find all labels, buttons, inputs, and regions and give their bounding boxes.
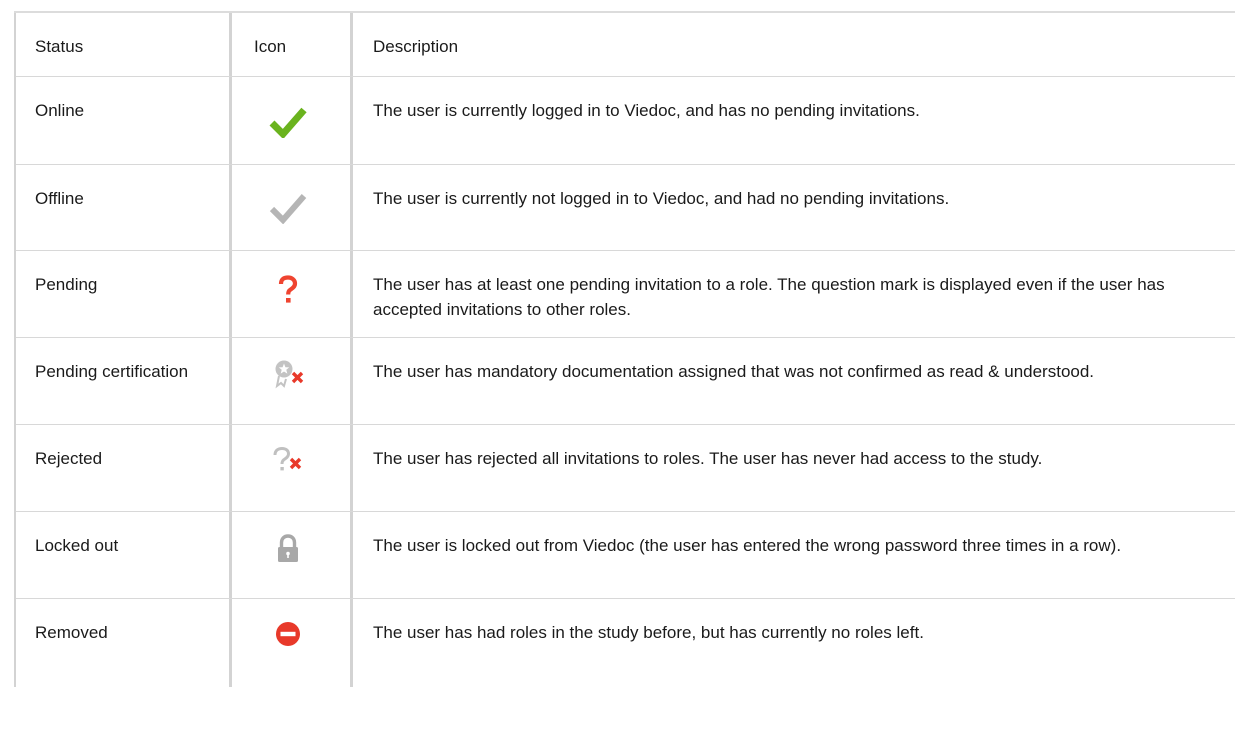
table-row: Online The user is currently logged in t… [16,77,1235,165]
table-row: Pending certification The user has manda… [16,338,1235,425]
status-description: The user has had roles in the study befo… [373,623,924,642]
status-description: The user has rejected all invitations to… [373,449,1043,468]
status-description: The user is locked out from Viedoc (the … [373,536,1122,555]
status-icon-cell [232,77,353,164]
table-header-row: Status Icon Description [16,13,1235,77]
certificate-x-icon [268,357,308,391]
table-row: Rejected The user has rejected all invit… [16,425,1235,512]
status-icon-cell [232,338,353,424]
checkmark-green-icon [268,105,308,139]
column-header-description: Description [373,37,459,56]
status-label: Removed [16,599,232,687]
question-mark-x-icon [268,444,308,478]
status-icon-cell [232,599,353,687]
column-header-icon: Icon [232,13,353,76]
status-description: The user has mandatory documentation ass… [373,362,1095,381]
table-row: Locked out The user is locked out from V… [16,512,1235,599]
status-description: The user is currently logged in to Viedo… [373,101,920,120]
status-label: Pending [16,251,232,337]
no-entry-icon [268,617,308,651]
table-row: Offline The user is currently not logged… [16,165,1235,251]
status-label: Locked out [16,512,232,598]
status-icon-cell [232,425,353,511]
status-label: Rejected [16,425,232,511]
table-row: Removed The user has had roles in the st… [16,599,1235,687]
status-label: Offline [16,165,232,250]
checkmark-gray-icon [268,191,308,225]
status-icon-cell [232,251,353,337]
question-mark-red-icon [268,273,308,307]
padlock-icon [268,532,308,566]
status-icon-cell [232,512,353,598]
status-label: Pending certification [16,338,232,424]
status-icon-cell [232,165,353,250]
status-description: The user is currently not logged in to V… [373,189,950,208]
column-header-status: Status [16,13,232,76]
status-label: Online [16,77,232,164]
user-status-table: Status Icon Description Online The user … [14,13,1235,687]
table-row: Pending The user has at least one pendin… [16,251,1235,338]
status-description: The user has at least one pending invita… [373,275,1165,319]
